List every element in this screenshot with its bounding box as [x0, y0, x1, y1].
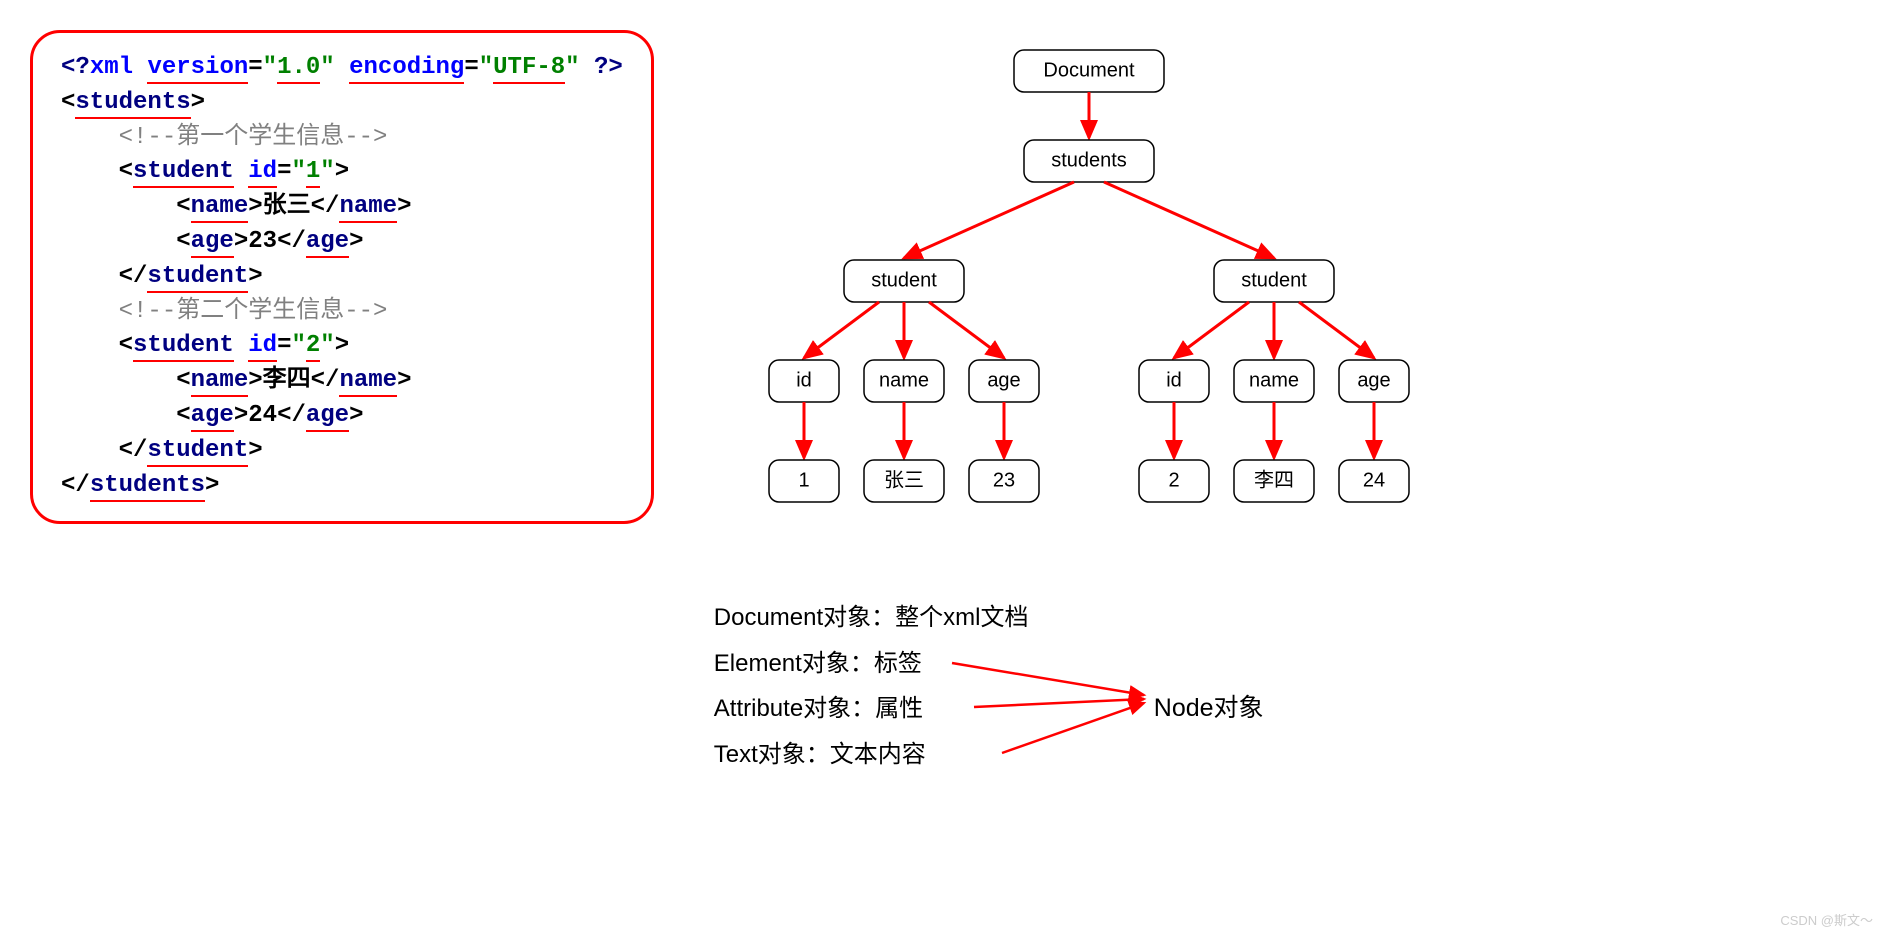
node-name-1-label: name [879, 369, 929, 391]
age1-text: 23 [248, 228, 277, 255]
legend-text-label: Text对象： [714, 741, 830, 768]
node-students-label: students [1051, 149, 1127, 171]
legend-attribute-label: Attribute对象： [714, 695, 875, 722]
leaf-id-2-val: 2 [1168, 469, 1179, 491]
node-id-2-label: id [1166, 369, 1182, 391]
legend-row-text: Text对象：文本内容 [714, 732, 1614, 778]
legend-text-val: 文本内容 [830, 741, 926, 768]
encoding-attr: encoding [349, 54, 464, 84]
node-student-2-label: student [1241, 269, 1307, 291]
leaf-id-1-val: 1 [798, 469, 809, 491]
age1-close-tag: age [306, 228, 349, 258]
encoding-val: UTF-8 [493, 54, 565, 84]
student2-close-tag: student [147, 437, 248, 467]
id-attr-2: id [248, 332, 277, 362]
legend-attribute-val: 属性 [875, 695, 923, 722]
legend-document-val: 整个xml文档 [895, 604, 1028, 631]
leaf-name-1-val: 张三 [884, 468, 924, 491]
student1-open-tag: student [133, 158, 234, 188]
leaf-age-1-val: 23 [993, 469, 1015, 491]
name2-close-tag: name [339, 367, 397, 397]
name1-open-tag: name [191, 193, 249, 223]
id-attr-1: id [248, 158, 277, 188]
dom-tree-diagram: Document students student student id [714, 30, 1474, 570]
leaf-age-2-val: 24 [1363, 469, 1385, 491]
legend-document-label: Document对象： [714, 604, 895, 631]
id-val-2: 2 [306, 332, 320, 362]
version-val: 1.0 [277, 54, 320, 84]
age2-close-tag: age [306, 402, 349, 432]
node-age-1-label: age [987, 369, 1020, 391]
node-student-1-label: student [871, 269, 937, 291]
watermark-text: CSDN @斯文～ [1780, 910, 1873, 929]
student1-close-tag: student [147, 263, 248, 293]
node-age-2-label: age [1357, 369, 1390, 391]
id-val-1: 1 [306, 158, 320, 188]
xml-decl-kw: xml [90, 54, 133, 81]
node-id-1-label: id [796, 369, 812, 391]
student2-open-tag: student [133, 332, 234, 362]
legend-block: Document对象：整个xml文档 Element对象：标签 Attribut… [714, 595, 1614, 777]
legend-element-label: Element对象： [714, 650, 874, 677]
legend-node-label: Node对象 [1154, 685, 1264, 733]
name1-text: 张三 [263, 193, 311, 220]
legend-row-element: Element对象：标签 [714, 641, 1614, 687]
leaf-name-2-val: 李四 [1254, 468, 1294, 491]
node-document-label: Document [1043, 59, 1135, 81]
name1-close-tag: name [339, 193, 397, 223]
xml-decl-open: <? [61, 54, 90, 81]
age1-open-tag: age [191, 228, 234, 258]
name2-text: 李四 [263, 367, 311, 394]
legend-element-val: 标签 [874, 650, 922, 677]
students-close-tag: students [90, 472, 205, 502]
node-name-2-label: name [1249, 369, 1299, 391]
legend-row-document: Document对象：整个xml文档 [714, 595, 1614, 641]
xml-code-block: <?xml version="1.0" encoding="UTF-8" ?> … [30, 30, 654, 524]
name2-open-tag: name [191, 367, 249, 397]
comment-1: <!--第一个学生信息--> [119, 124, 388, 151]
age2-open-tag: age [191, 402, 234, 432]
students-open-tag: students [75, 89, 190, 119]
xml-decl-close: ?> [594, 54, 623, 81]
age2-text: 24 [248, 402, 277, 429]
version-attr: version [147, 54, 248, 84]
comment-2: <!--第二个学生信息--> [119, 298, 388, 325]
